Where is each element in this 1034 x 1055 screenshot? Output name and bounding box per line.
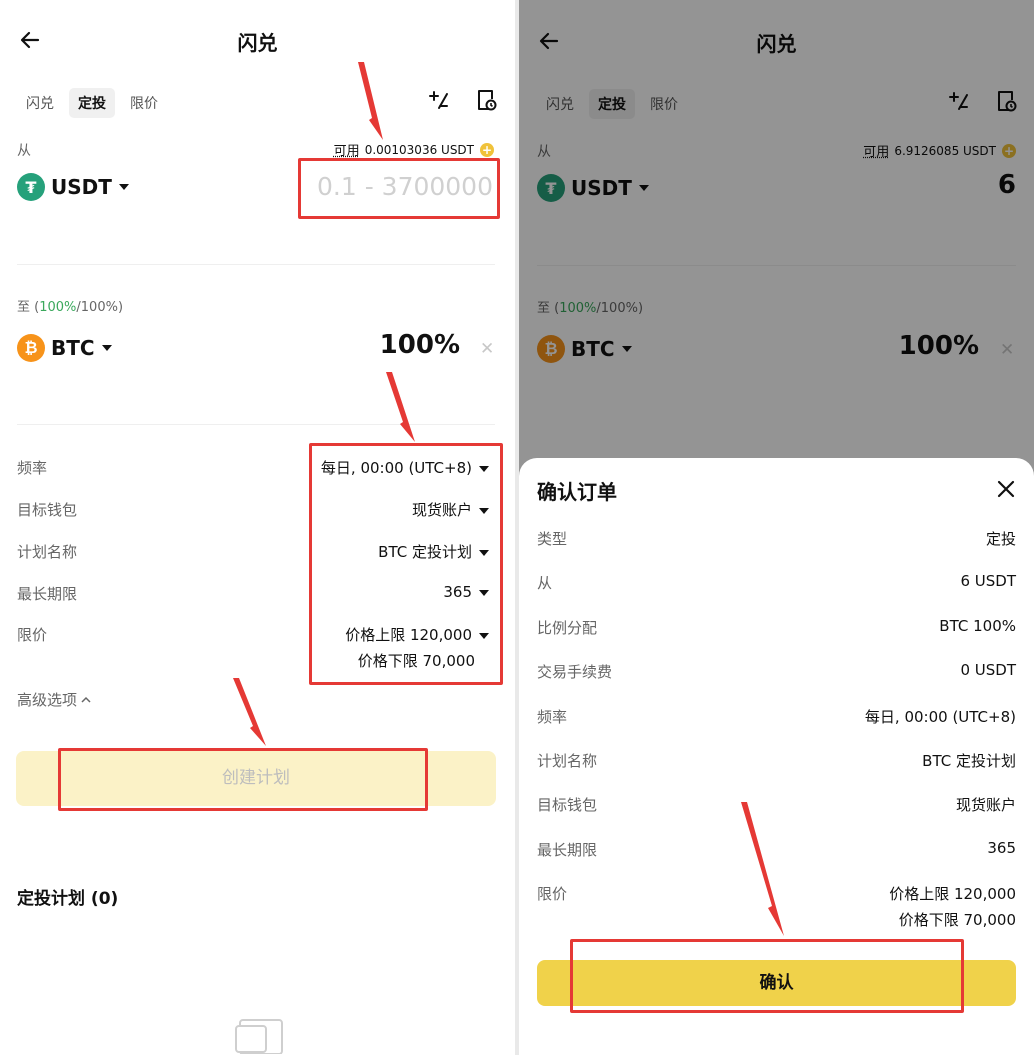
divider bbox=[17, 424, 495, 425]
total-pct: /100% bbox=[76, 300, 118, 315]
annotation-arrow bbox=[386, 372, 415, 442]
allocation-pct-input[interactable]: 100% bbox=[340, 330, 460, 360]
amount-input[interactable]: 0.1 - 3700000 bbox=[305, 164, 493, 210]
available-label: 可用 bbox=[333, 144, 360, 159]
summary-row-max-duration: 最长期限 365 bbox=[537, 839, 1016, 859]
chevron-down-icon bbox=[479, 507, 489, 514]
summary-price-lower: 价格下限 70,000 bbox=[898, 911, 1016, 929]
target-wallet-dropdown[interactable]: 现货账户 bbox=[412, 499, 489, 520]
confirm-button[interactable]: 确认 bbox=[537, 960, 1016, 1006]
to-coin-name: BTC bbox=[51, 336, 95, 360]
create-plan-button[interactable]: 创建计划 bbox=[16, 751, 496, 806]
mode-tabs: 闪兑 定投 限价 bbox=[17, 88, 167, 118]
chevron-down-icon bbox=[101, 345, 112, 351]
page-title: 闪兑 bbox=[237, 31, 278, 55]
annotation-arrow bbox=[233, 678, 266, 746]
frequency-dropdown[interactable]: 每日, 00:00 (UTC+8) bbox=[321, 457, 489, 478]
annotation-box bbox=[309, 443, 503, 685]
confirm-order-screen: 闪兑 闪兑 定投 限价 从 可用 6.9126085 USDT + ₮ USDT… bbox=[519, 0, 1034, 1055]
add-funds-icon[interactable]: + bbox=[480, 142, 494, 157]
limit-price-label: 限价 bbox=[17, 626, 48, 644]
plan-name-dropdown[interactable]: BTC 定投计划 bbox=[378, 541, 489, 562]
summary-row-target-wallet: 目标钱包 现货账户 bbox=[537, 796, 1016, 814]
summary-row-allocation: 比例分配 BTC 100% bbox=[537, 617, 1016, 637]
advanced-options-toggle[interactable]: 高级选项 bbox=[17, 689, 92, 710]
price-upper: 价格上限 120,000 bbox=[345, 626, 472, 644]
plus-minus-icon[interactable] bbox=[426, 88, 450, 112]
from-label: 从 bbox=[17, 143, 31, 159]
available-value: 0.00103036 USDT bbox=[364, 142, 474, 157]
confirm-order-sheet: 确认订单 类型 定投 从6 USDT 比例分配 BTC 100% 交易手续费 0 US… bbox=[519, 458, 1034, 1055]
chevron-up-icon bbox=[81, 696, 91, 703]
available-balance: 可用 0.00103036 USDT + bbox=[334, 140, 494, 159]
price-lower: 价格下限 70,000 bbox=[357, 652, 475, 670]
frequency-label: 频率 bbox=[17, 459, 48, 477]
chevron-down-icon bbox=[118, 184, 129, 190]
divider bbox=[17, 264, 495, 265]
from-coin-selector[interactable]: ₮ USDT bbox=[17, 173, 129, 201]
tab-limit[interactable]: 限价 bbox=[121, 88, 167, 118]
btc-icon: ₿ bbox=[17, 334, 45, 362]
sheet-title: 确认订单 bbox=[537, 480, 617, 504]
limit-price-dropdown[interactable]: 价格上限 120,000 bbox=[345, 624, 489, 645]
summary-row-plan-name: 计划名称 BTC 定投计划 bbox=[537, 752, 1016, 770]
to-coin-selector[interactable]: ₿ BTC bbox=[17, 334, 112, 362]
usdt-icon: ₮ bbox=[17, 173, 45, 201]
order-history-icon[interactable] bbox=[474, 88, 498, 112]
dca-setup-screen: 闪兑 闪兑 定投 限价 从 可用 0.00103036 USDT + ₮ USD… bbox=[0, 0, 515, 1055]
chevron-down-icon bbox=[479, 632, 489, 639]
chevron-down-icon bbox=[479, 465, 489, 472]
empty-state-icon bbox=[234, 1014, 290, 1055]
chevron-down-icon bbox=[479, 549, 489, 556]
summary-row-from: 从6 USDT bbox=[537, 572, 1016, 592]
summary-row-fee: 交易手续费 0 USDT bbox=[537, 661, 1016, 681]
close-icon[interactable] bbox=[995, 478, 1017, 500]
annotation-arrow bbox=[358, 62, 383, 140]
max-duration-dropdown[interactable]: 365 bbox=[443, 583, 489, 601]
tab-instant-swap[interactable]: 闪兑 bbox=[17, 88, 63, 118]
tab-recurring[interactable]: 定投 bbox=[69, 88, 115, 118]
plan-name-label: 计划名称 bbox=[17, 543, 78, 561]
dca-plans-title: 定投计划 (0) bbox=[17, 889, 119, 909]
from-coin-name: USDT bbox=[51, 175, 112, 199]
chevron-down-icon bbox=[479, 589, 489, 596]
summary-row-limit-price: 限价 价格上限 120,000 bbox=[537, 885, 1016, 903]
summary-row-frequency: 频率 每日, 00:00 (UTC+8) bbox=[537, 708, 1016, 726]
allocated-pct: 100% bbox=[39, 300, 77, 315]
to-allocation-label: 至 (100%/100%) bbox=[17, 300, 124, 315]
max-duration-label: 最长期限 bbox=[17, 585, 78, 603]
remove-icon[interactable]: ✕ bbox=[480, 339, 494, 359]
summary-row-type: 类型 定投 bbox=[537, 530, 1016, 548]
target-wallet-label: 目标钱包 bbox=[17, 501, 78, 519]
